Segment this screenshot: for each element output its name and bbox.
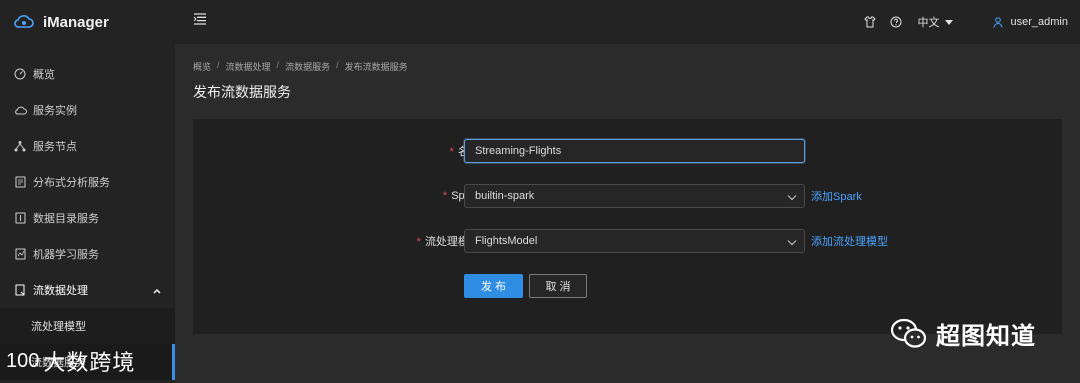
sidebar-item-label: 服务节点 (33, 141, 77, 153)
sidebar-item-distributed-analysis[interactable]: 分布式分析服务 (0, 164, 175, 200)
nodes-icon (13, 139, 27, 153)
name-input-value: Streaming-Flights (475, 145, 562, 157)
cloud-logo-icon (14, 15, 34, 28)
breadcrumb-separator: / (217, 60, 220, 70)
sidebar-item-label: 服务实例 (33, 105, 77, 117)
cloud-icon (13, 103, 27, 117)
model-select-value: FlightsModel (475, 235, 538, 247)
sidebar-item-machine-learning[interactable]: 机器学习服务 (0, 236, 175, 272)
name-input[interactable]: Streaming-Flights (464, 139, 805, 163)
breadcrumb-current: 发布流数据服务 (344, 62, 408, 72)
sidebar-item-service-instances[interactable]: 服务实例 (0, 92, 175, 128)
top-header: 中文 user_admin (175, 0, 1080, 44)
model-select[interactable]: FlightsModel (464, 229, 805, 253)
chevron-down-icon (787, 237, 797, 249)
dashboard-icon (13, 67, 27, 81)
sidebar-item-stream-processing[interactable]: 流数据处理 (0, 272, 175, 308)
sidebar-item-overview[interactable]: 概览 (0, 56, 175, 92)
breadcrumb-item[interactable]: 流数据服务 (285, 60, 330, 73)
breadcrumb: 概览 / 流数据处理 / 流数据服务 / 发布流数据服务 (193, 60, 408, 73)
required-mark: * (442, 190, 448, 202)
sidebar-subitem-stream-model[interactable]: 流处理模型 (0, 308, 175, 344)
required-mark: * (449, 146, 454, 158)
cancel-button[interactable]: 取 消 (529, 274, 587, 298)
ml-icon (13, 247, 27, 261)
app-root: iManager 概览 服务实例 服务节点 分布式分析服务 数据目录服务 机器学… (0, 0, 1080, 383)
wechat-icon (890, 318, 927, 348)
sidebar-item-data-catalog[interactable]: 数据目录服务 (0, 200, 175, 236)
username: user_admin (1010, 16, 1068, 28)
add-model-link[interactable]: 添加流处理模型 (811, 233, 888, 249)
sidebar-menu: 概览 服务实例 服务节点 分布式分析服务 数据目录服务 机器学习服务 流数据处理… (0, 56, 175, 380)
spark-select-value: builtin-spark (475, 190, 535, 202)
publish-button[interactable]: 发 布 (464, 274, 523, 298)
page-title: 发布流数据服务 (193, 84, 291, 100)
breadcrumb-item[interactable]: 概览 (193, 60, 211, 73)
publish-form: *名称: Streaming-Flights *Spark: builtin-s… (193, 119, 1062, 334)
document-icon (13, 175, 27, 189)
user-icon (993, 16, 1003, 28)
add-spark-link[interactable]: 添加Spark (811, 188, 862, 204)
sidebar-subitem-label: 流处理模型 (31, 321, 86, 333)
spark-select[interactable]: builtin-spark (464, 184, 805, 208)
stream-icon (13, 283, 27, 297)
breadcrumb-item[interactable]: 流数据处理 (226, 60, 271, 73)
breadcrumb-separator: / (276, 60, 280, 70)
sidebar: iManager 概览 服务实例 服务节点 分布式分析服务 数据目录服务 机器学… (0, 0, 175, 383)
form-row-name: *名称: Streaming-Flights (193, 139, 1062, 163)
chevron-down-icon (787, 192, 797, 204)
breadcrumb-separator: / (336, 60, 339, 70)
language-label: 中文 (917, 17, 940, 29)
watermark-text: 超图知道 (936, 323, 1036, 350)
wechat-watermark: 超图知道 (890, 316, 1036, 351)
form-row-model: * 流处理模型: FlightsModel 添加流处理模型 (193, 229, 1062, 253)
sidebar-item-label: 数据目录服务 (33, 213, 99, 225)
theme-icon[interactable] (863, 16, 876, 28)
app-name: iManager (43, 13, 109, 31)
catalog-icon (13, 211, 27, 225)
sidebar-item-service-nodes[interactable]: 服务节点 (0, 128, 175, 164)
sidebar-item-label: 流数据处理 (33, 285, 88, 297)
help-icon[interactable] (890, 16, 902, 28)
watermark-badge: 100 (6, 349, 40, 372)
sidebar-item-label: 概览 (33, 69, 55, 81)
caret-down-icon (944, 16, 953, 28)
language-selector[interactable]: 中文 (918, 14, 953, 30)
watermark-text: 大数跨境 (43, 350, 136, 375)
bottom-left-watermark: 100 大数跨境 (6, 345, 135, 377)
sidebar-item-label: 分布式分析服务 (33, 177, 110, 189)
required-mark: * (416, 236, 421, 248)
menu-collapse-icon[interactable] (193, 12, 207, 30)
chevron-up-icon (153, 285, 161, 297)
sidebar-item-label: 机器学习服务 (33, 249, 99, 261)
brand[interactable]: iManager (0, 0, 175, 44)
form-row-spark: *Spark: builtin-spark 添加Spark (193, 184, 1062, 208)
header-actions: 中文 user_admin (850, 0, 1068, 44)
user-menu[interactable]: user_admin (993, 16, 1068, 28)
